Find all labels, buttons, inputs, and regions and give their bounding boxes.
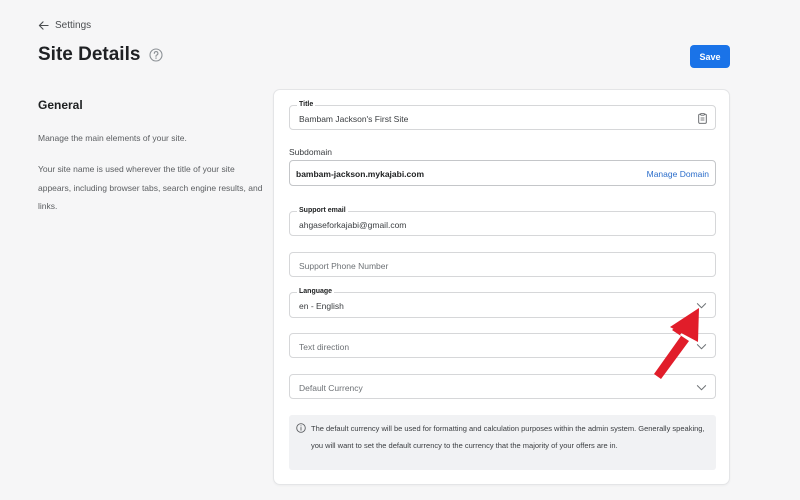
support-phone-input[interactable]: Support Phone Number [299, 261, 388, 271]
page-header: Site Details [38, 44, 163, 66]
title-field[interactable]: Title Bambam Jackson's First Site [289, 101, 716, 130]
section-help-text: Your site name is used wherever the titl… [38, 164, 263, 211]
section-description: Manage the main elements of your site. [38, 133, 187, 143]
text-direction-select[interactable]: Text direction [289, 333, 716, 358]
language-select[interactable]: Language en - English [289, 288, 716, 318]
save-button[interactable]: Save [690, 45, 730, 68]
support-phone-field[interactable]: Support Phone Number [289, 252, 716, 277]
subdomain-value: bambam-jackson.mykajabi.com [296, 169, 425, 179]
title-input[interactable]: Bambam Jackson's First Site [299, 114, 408, 124]
general-settings-card: Title Bambam Jackson's First Site Subdom… [273, 89, 730, 485]
currency-info-text: The default currency will be used for fo… [311, 424, 705, 450]
arrow-left-icon [38, 21, 49, 30]
default-currency-select[interactable]: Default Currency [289, 374, 716, 399]
support-email-field[interactable]: Support email ahgaseforkajabi@gmail.com [289, 207, 716, 236]
section-title: General [38, 98, 83, 112]
support-email-input[interactable]: ahgaseforkajabi@gmail.com [299, 220, 406, 230]
language-label: Language [297, 288, 335, 295]
chevron-down-icon[interactable] [696, 300, 707, 311]
manage-domain-link[interactable]: Manage Domain [647, 169, 709, 179]
title-label: Title [297, 101, 316, 108]
help-circle-icon[interactable] [149, 48, 163, 62]
chevron-down-icon[interactable] [696, 382, 707, 393]
page-title: Site Details [38, 44, 141, 65]
language-value: en - English [299, 301, 344, 311]
subdomain-field: bambam-jackson.mykajabi.com Manage Domai… [289, 160, 716, 186]
back-link-label: Settings [55, 20, 92, 31]
default-currency-placeholder: Default Currency [299, 383, 363, 393]
back-to-settings-link[interactable]: Settings [38, 20, 91, 31]
support-email-label: Support email [297, 207, 348, 214]
info-icon [296, 423, 306, 433]
clipboard-icon[interactable] [698, 113, 707, 124]
subdomain-label: Subdomain [289, 147, 333, 157]
chevron-down-icon[interactable] [696, 341, 707, 352]
text-direction-placeholder: Text direction [299, 342, 350, 352]
currency-info-banner: The default currency will be used for fo… [289, 415, 716, 470]
